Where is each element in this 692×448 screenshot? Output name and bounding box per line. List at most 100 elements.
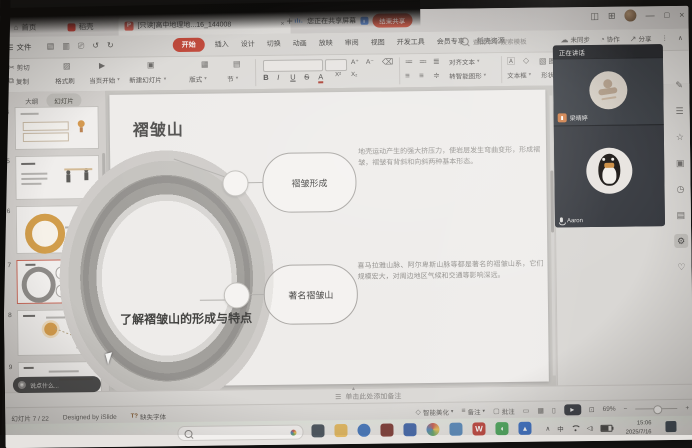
new-slide-icon-button[interactable]: ▣ [147,60,155,69]
workspace-grid-icon[interactable]: ⊞ [608,10,616,21]
share-button[interactable]: ↗分享 [630,33,652,43]
zoom-out-button[interactable]: − [624,406,628,413]
collapse-ribbon-icon[interactable]: ∧ [678,34,683,42]
missing-font-warning[interactable]: T? 缺失字体 [131,411,166,421]
taskbar-search-box[interactable] [177,425,303,442]
bullet-list-icon[interactable]: ≔ [405,57,413,66]
feedback-heart-icon[interactable]: ♡ [674,260,688,274]
undo-icon[interactable]: ↺ [92,41,99,51]
docer-tab[interactable]: 稻壳 [60,17,100,36]
smart-beautify-button[interactable]: ◇ 智能美化▾ [415,406,453,416]
slide-thumbnail-4[interactable]: 4 [15,106,100,150]
align-left-icon[interactable]: ≡ [405,71,410,80]
tab-design[interactable]: 设计 [239,37,257,51]
wifi-icon[interactable] [571,425,580,432]
settings-gear-icon[interactable]: ⚙ [674,234,688,248]
notes-toggle-button[interactable]: ≡ 备注▾ [461,406,485,416]
comment-button[interactable]: ▢ 批注 [493,405,515,415]
layout-button[interactable]: 版式▾ [189,74,207,84]
close-doc-icon[interactable]: × [280,20,284,27]
print-icon[interactable]: ⎚ [78,41,85,51]
tab-transition[interactable]: 切换 [265,37,283,51]
align-center-icon[interactable]: ≡ [419,71,424,80]
node-circle-top[interactable] [222,170,248,196]
font-size-select[interactable] [325,59,347,71]
indent-icon[interactable]: ≣ [433,57,440,66]
taskbar-app-cloud[interactable]: ▴ [518,422,531,435]
taskbar-app-file-explorer[interactable] [311,424,324,437]
number-list-icon[interactable]: ≕ [419,57,427,66]
slide-sorter-view-icon[interactable]: ▦ [537,406,544,414]
command-search[interactable]: 查找命令 搜索模板 [461,34,553,47]
slide-7-editing-area[interactable]: 褶皱山 了解褶皱山的形成与特点 褶皱形成 著名褶皱山 地壳运动产生的强大挤压力，… [109,90,549,387]
format-painter-icon-button[interactable]: ▨ [63,61,71,70]
outline-tab[interactable]: 大纲 [25,96,38,106]
image-library-icon[interactable]: ▣ [673,156,687,170]
line-spacing-icon[interactable]: ≑ [433,71,440,80]
file-menu[interactable]: ☰ 文件 [7,42,32,53]
textbox-style-icon[interactable]: 🄰 [507,56,515,67]
bold-button[interactable]: B [263,73,269,82]
participant-tile-2[interactable]: Aaron [554,124,665,227]
tab-slideshow[interactable]: 放映 [317,36,335,50]
notes-placeholder[interactable]: 单击此处添加备注 [345,391,401,402]
designed-by-islide[interactable]: Designed by iSlide [63,413,117,421]
layout-icon-button[interactable]: ▦ [201,60,209,69]
reading-view-icon[interactable]: ▯ [552,406,556,414]
subscript-button[interactable]: X₂ [351,72,357,78]
properties-icon[interactable]: ☰ [673,104,687,118]
resource-icon[interactable]: ▤ [674,208,688,222]
fit-to-window-icon[interactable]: ⊡ [589,405,595,413]
paragraph-fold-formation[interactable]: 地壳运动产生的强大挤压力，使岩层发生弯曲变形，形成褶皱，褶皱有背斜和向斜两种基本… [358,146,540,170]
zoom-slider-knob[interactable] [653,405,662,414]
normal-view-icon[interactable]: ▭ [523,406,530,414]
meeting-chat-toast[interactable]: ◉ 说点什么... [13,376,101,393]
zoom-level[interactable]: 69% [603,406,616,413]
superscript-button[interactable]: X² [335,72,341,78]
new-slide-button[interactable]: 新建幻灯片▾ [129,74,166,84]
font-name-select[interactable] [263,59,323,72]
collaborate-button[interactable]: ◔协作 [600,34,620,44]
redo-icon[interactable]: ↻ [107,41,114,51]
section-icon-button[interactable]: ▤ [233,59,241,68]
paragraph-famous-mountains[interactable]: 喜马拉雅山脉、阿尔卑斯山脉等都是著名的褶皱山系，它们规模宏大，对周边地区气候和交… [357,260,543,284]
smart-graphic-dropdown[interactable]: 转智能图形▾ [449,70,486,80]
save-icon[interactable]: ▤ [47,42,55,52]
tab-review[interactable]: 审阅 [343,36,361,50]
stadium-node-fold-formation[interactable]: 褶皱形成 [262,152,357,213]
node-circle-bottom[interactable] [224,282,250,308]
tab-home-start[interactable]: 开始 [173,38,205,52]
minimize-button[interactable]: — [645,10,654,20]
pause-share-icon[interactable]: ‖ [360,17,368,25]
play-from-current-icon-button[interactable]: ▶ [99,61,105,70]
tray-expand-icon[interactable]: ∧ [545,425,550,433]
increase-font-button[interactable]: A⁺ [351,58,359,66]
star-favorites-icon[interactable]: ☆ [673,130,687,144]
taskbar-app-wechat[interactable]: ◖ [495,422,508,435]
textbox-dropdown[interactable]: 文本框▾ [507,70,531,80]
tab-devtools[interactable]: 开发工具 [395,35,427,49]
document-tab[interactable]: P [只读]高中地理地...16_144008 × [118,14,290,36]
underline-button[interactable]: U [290,73,296,82]
decrease-font-button[interactable]: A⁻ [366,58,374,66]
zoom-in-button[interactable]: + [685,405,689,412]
taskbar-app-chrome[interactable] [426,423,439,436]
tab-insert[interactable]: 插入 [213,37,231,51]
history-clock-icon[interactable]: ◷ [673,182,687,196]
clear-format-icon[interactable]: ⌫ [382,57,393,66]
side-by-side-icon[interactable]: ◫ [590,10,599,21]
participant-tile-1[interactable]: ▮ 梁晴婷 [553,57,664,125]
account-avatar[interactable] [624,9,636,21]
more-menu-icon[interactable]: ⋮ [661,34,668,42]
sign-pen-icon[interactable]: ✎ [672,78,686,92]
shape-gallery-icon[interactable]: ◇ [523,56,529,65]
taskbar-app-steelblue[interactable] [449,423,462,436]
copy-button[interactable]: ⧉复制 [8,76,29,86]
section-button[interactable]: 节▾ [227,73,238,83]
end-share-button[interactable]: 结束共享 [372,13,412,27]
slideshow-play-button[interactable]: ▶ [564,404,581,415]
stadium-node-famous-mountains[interactable]: 著名褶皱山 [263,264,358,325]
sync-status[interactable]: ☁未同步 [560,34,590,44]
strikethrough-button[interactable]: S [304,72,309,81]
taskbar-app-folder[interactable] [334,424,347,437]
